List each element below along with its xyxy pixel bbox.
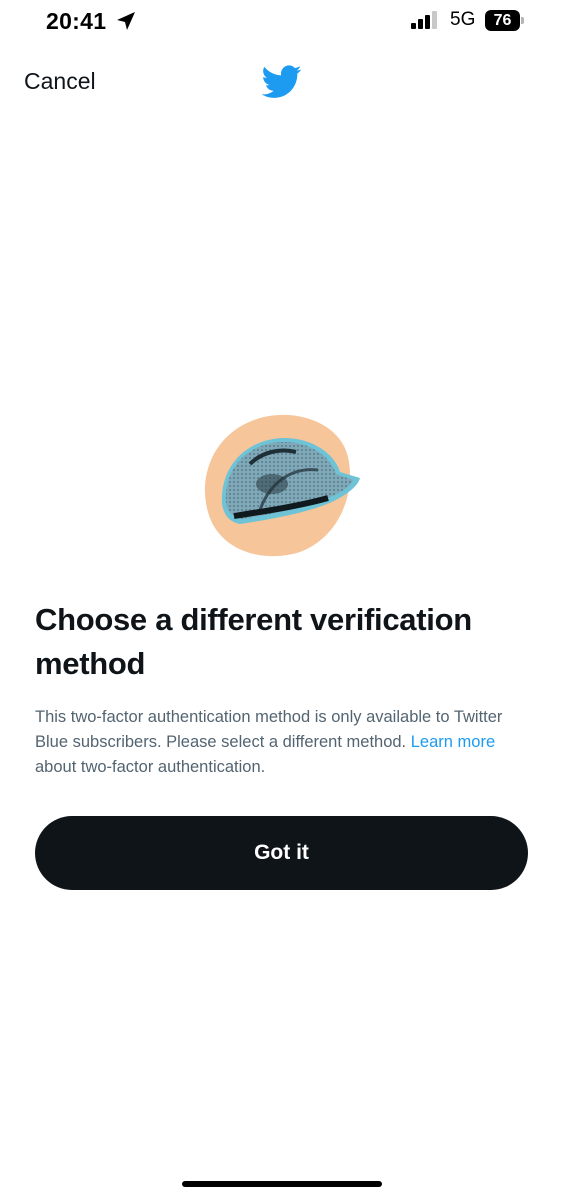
status-time: 20:41 <box>46 8 107 34</box>
learn-more-link[interactable]: Learn more <box>411 733 495 751</box>
page-title: Choose a different verification method <box>35 602 472 681</box>
network-label: 5G <box>450 9 476 30</box>
status-bar: 20:41 5G 76 <box>0 0 563 44</box>
twitter-bird-icon <box>262 65 302 98</box>
learn-more-suffix: about two-factor authentication. <box>35 758 266 776</box>
got-it-button[interactable]: Got it <box>35 816 528 890</box>
battery-icon: 76 <box>485 10 525 31</box>
home-indicator[interactable] <box>182 1181 382 1187</box>
hard-hat-illustration <box>204 414 360 557</box>
battery-level: 76 <box>493 12 512 29</box>
battery-body: 76 <box>485 10 520 31</box>
location-arrow-icon <box>117 12 135 30</box>
got-it-label: Got it <box>254 841 309 864</box>
battery-cap <box>521 17 524 24</box>
description-text: This two-factor authentication method is… <box>35 705 530 780</box>
cellular-signal-icon <box>411 11 437 29</box>
cancel-button[interactable]: Cancel <box>24 68 96 95</box>
